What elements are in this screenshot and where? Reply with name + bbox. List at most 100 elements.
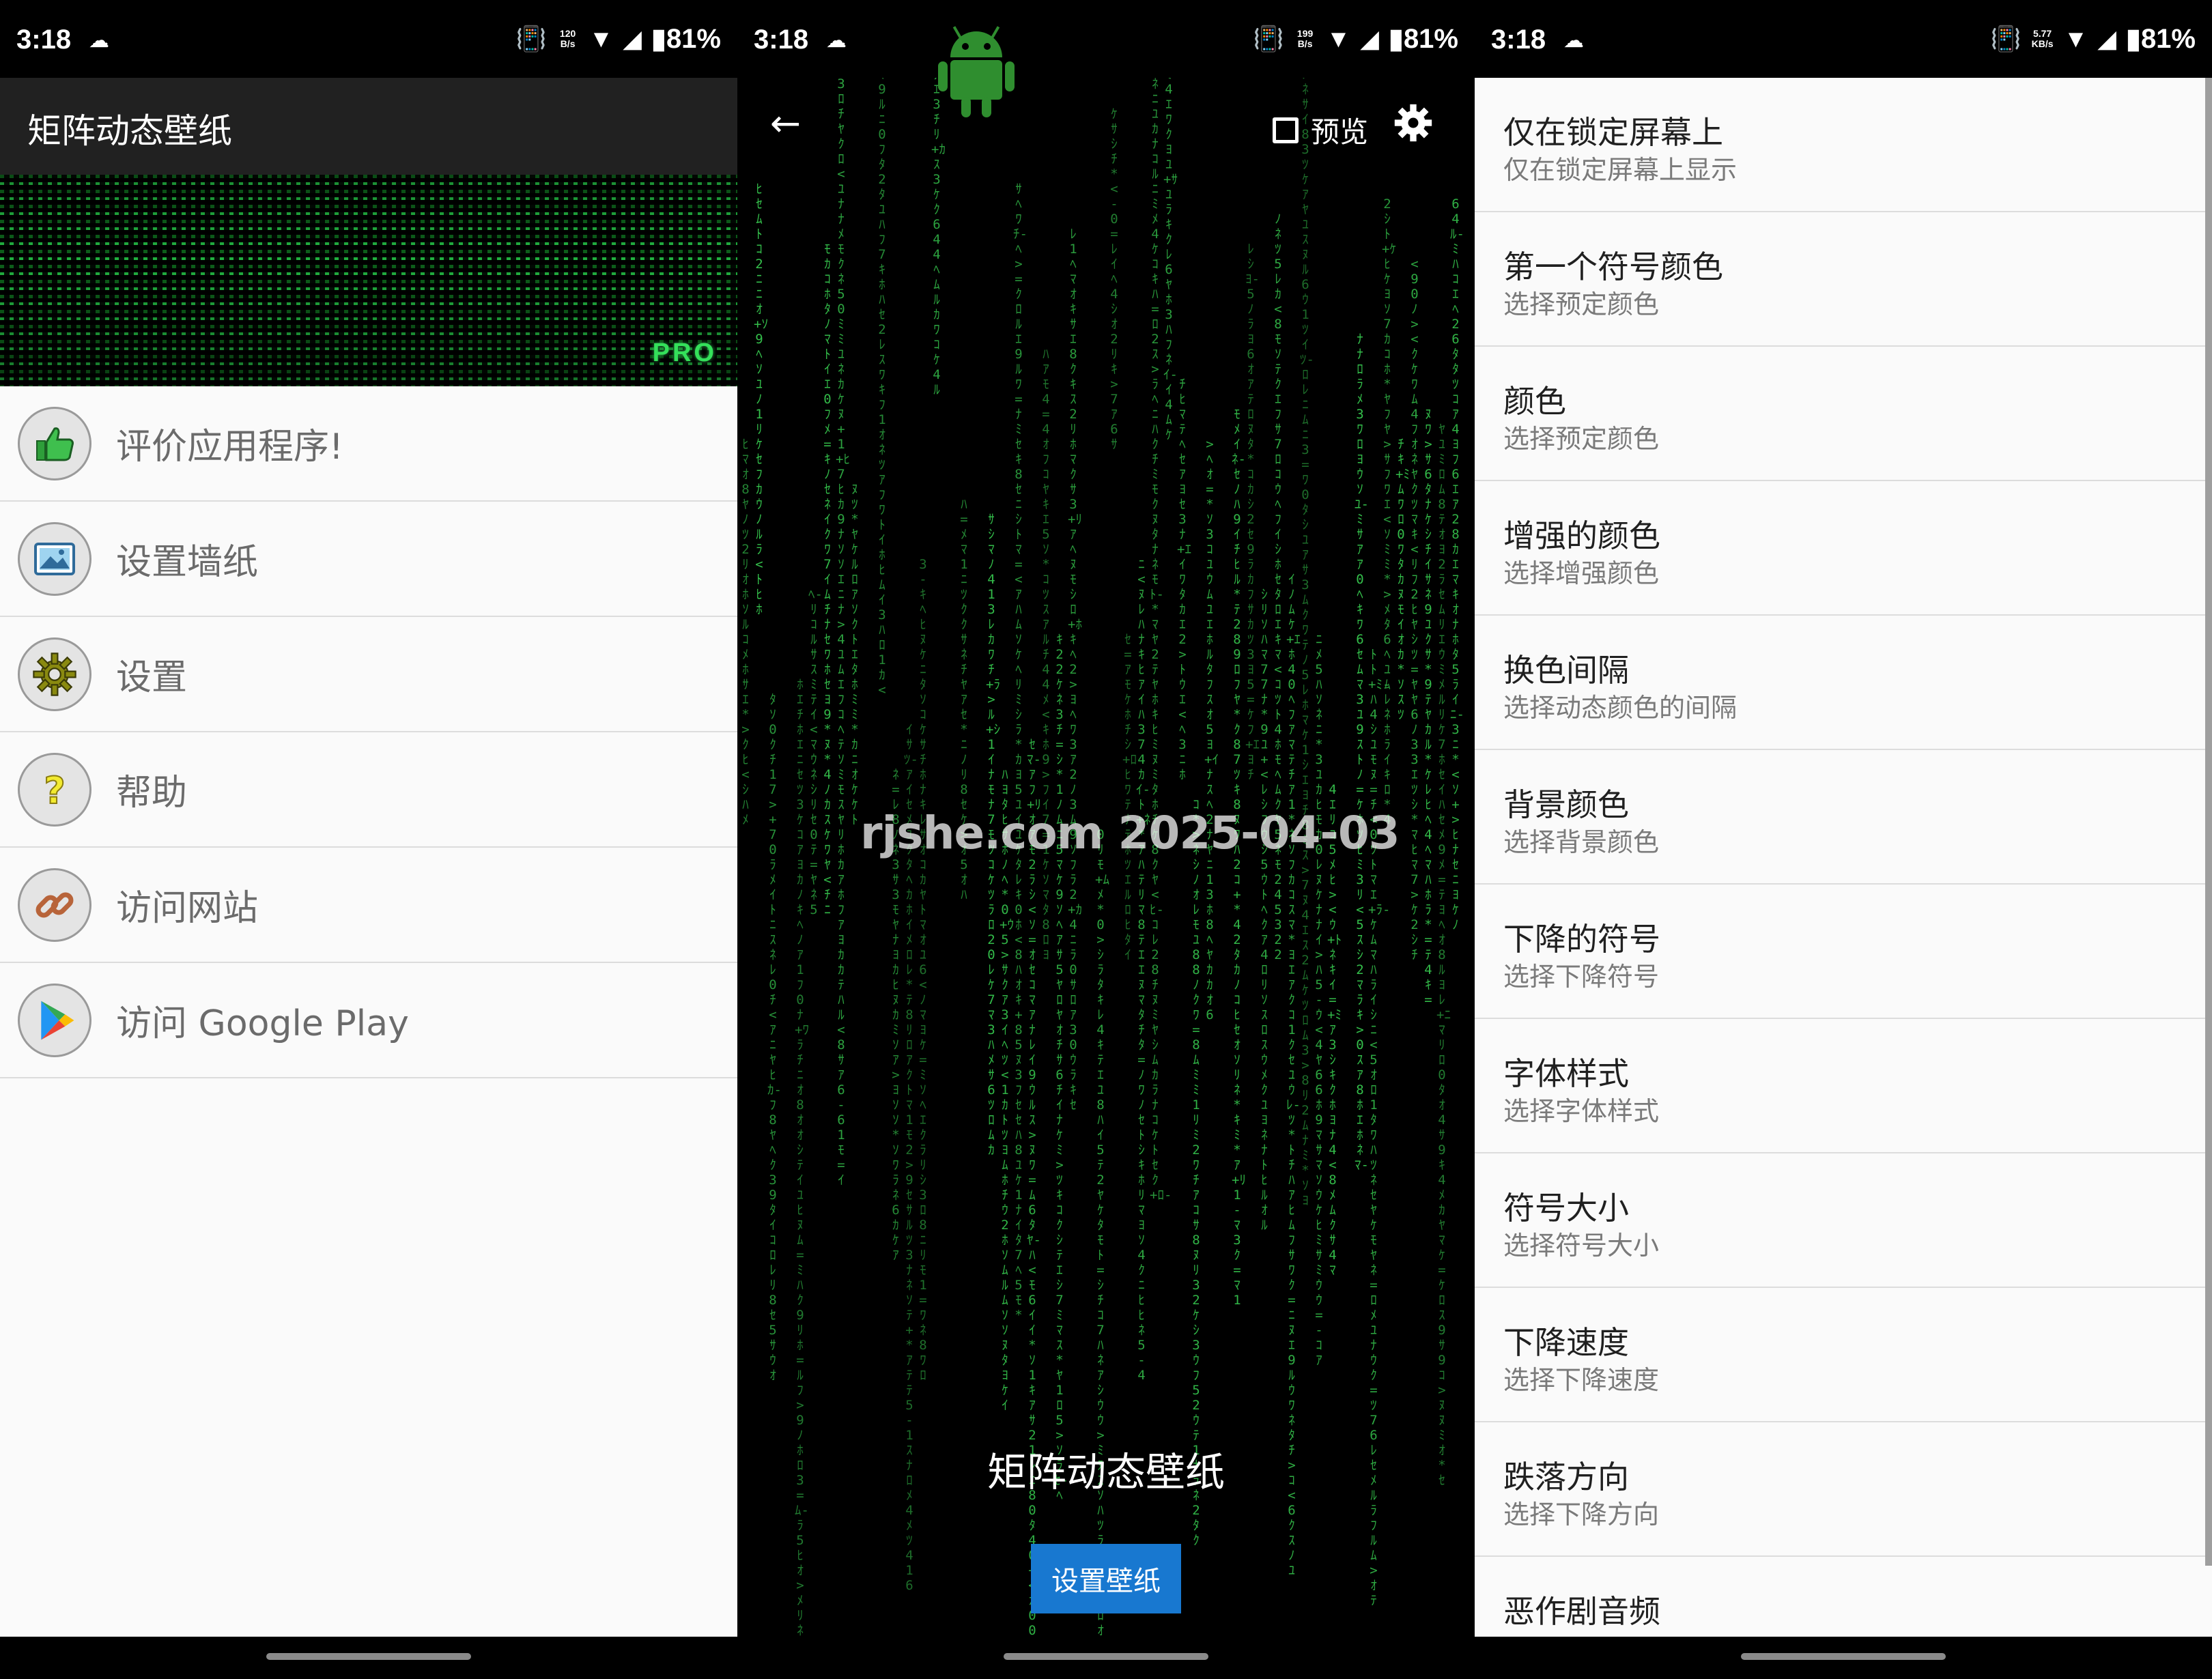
pref-color[interactable]: 颜色 选择预定颜色 xyxy=(1475,347,2212,481)
page-title: 矩阵动态壁纸 xyxy=(27,111,232,151)
signal-icon: ◢ xyxy=(623,25,642,53)
pref-font-style[interactable]: 字体样式 选择字体样式 xyxy=(1475,1019,2212,1153)
pref-fall-direction[interactable]: 跌落方向选择下降方向 xyxy=(1475,1422,2212,1557)
pref-title: 符号大小 xyxy=(1503,1190,1629,1226)
home-handle[interactable] xyxy=(1004,1653,1208,1660)
pref-first-symbol-color[interactable]: 第一个符号颜色 选择预定颜色 xyxy=(1475,212,2212,347)
pref-title: 仅在锁定屏幕上 xyxy=(1503,114,1723,151)
matrix-column: ｹｻｼﾁ*<-0=ﾚｲﾍ4ｼｵ2ﾘｷ>7ｱ6ｻ xyxy=(1110,106,1118,452)
matrix-column: ﾍ-ﾘｺﾙｻｽﾐﾃｲ<ﾏｳﾈｼﾘｾ0ﾃ=ﾔﾈ5 xyxy=(808,587,823,917)
menu-label: 评价应用程序! xyxy=(116,427,343,468)
matrix-column: ﾁﾋﾏﾃﾍｾｱﾖｾ3ﾅ+ｴｲﾜﾀｶｴ2>ﾄｳｴ<ﾍ3ﾆﾎ xyxy=(1177,377,1191,782)
matrix-column: ｾ=ｱﾓｹﾎﾁｼ+ﾛﾋﾜﾃﾅﾃﾎﾂｴﾙﾛﾋﾀｲ xyxy=(1122,632,1137,962)
network-speed: 199 B/s xyxy=(1296,28,1314,49)
battery-indicator: ▮81% xyxy=(1388,24,1458,54)
battery-indicator: ▮81% xyxy=(2125,24,2196,54)
battery-indicator: ▮81% xyxy=(651,24,721,54)
menu-item-google-play[interactable]: 访问 Google Play xyxy=(0,963,737,1078)
preview-checkbox[interactable] xyxy=(1273,117,1299,143)
matrix-column: ﾊﾖﾀﾋｻﾎﾉﾍ*0+ｳ5>ｻｸｱ3ｲﾍﾂ<1ｶﾄﾂﾖﾑﾎﾁｳ2ﾎｿﾑﾙﾑｿｿﾇ… xyxy=(999,767,1014,1413)
pref-symbol-size[interactable]: 符号大小 选择符号大小 xyxy=(1475,1153,2212,1288)
pref-enhanced-color[interactable]: 增强的颜色选择增强颜色 xyxy=(1475,481,2212,616)
home-handle[interactable] xyxy=(266,1653,471,1660)
status-time: 3:18 xyxy=(1491,25,1546,55)
main-screen: 3:18 ☁ 📳 120 B/s ▼ ◢ ▮81% 矩阵动态壁纸 PRO 评价应用… xyxy=(0,0,737,1679)
pref-falling-symbols[interactable]: 下降的符号 选择下降符号 xyxy=(1475,885,2212,1019)
pref-color-interval[interactable]: 换色间隔选择动态颜色的间隔 xyxy=(1475,616,2212,750)
signal-icon: ◢ xyxy=(1360,25,1379,53)
matrix-column: ｾﾏ-ｱﾌ+ﾘｵｱﾓ2ﾗｼ<ｿ=ｵｾｺﾏｱﾅﾚｲ9ｳﾙｽ>ﾇﾜ=ﾑ6ﾀﾔ-ﾊ<ﾓ… xyxy=(1027,737,1041,1637)
menu-label: 设置 xyxy=(116,657,188,698)
menu-item-rate[interactable]: 评价应用程序! xyxy=(0,386,737,502)
pref-subtitle: 选择动态颜色的间隔 xyxy=(1503,693,1738,723)
back-arrow-icon[interactable]: ← xyxy=(770,105,801,142)
matrix-column: ｲﾉﾑｹ+ｴﾎ40ﾍﾌｱﾏﾃﾁｱ1*ﾈｿﾌｶｺｽﾏ*ﾖｴｱｸｺ1ｸｾﾕｳﾚ-ﾂ*… xyxy=(1286,572,1301,1578)
pref-title: 跌落方向 xyxy=(1503,1459,1629,1495)
matrix-column: ｻﾍﾜﾁ-ﾍ>=ｸﾛﾙｴ9ﾙﾜ=ﾅﾐｾｷ8ｾﾆｼﾄﾏ=<ｱﾊﾑｿｹﾍﾘﾐｼﾗ*ｶ… xyxy=(1013,182,1027,1323)
wifi-icon: ▼ xyxy=(1326,25,1351,53)
home-handle[interactable] xyxy=(1741,1653,1946,1660)
pref-subtitle: 选择背景颜色 xyxy=(1503,827,1660,857)
pref-falling-speed[interactable]: 下降速度 选择下降速度 xyxy=(1475,1288,2212,1422)
matrix-column: ﾔﾕﾐﾛﾑ8ﾃｵﾖ2ﾗｾﾑﾘｴｳﾐﾒﾙﾘｹ7ﾎｾｲﾊｾﾒ9ﾒ=ﾃﾖﾍｵ8ﾙﾖﾚ+… xyxy=(1436,422,1451,1488)
pref-background-color[interactable]: 背景颜色选择背景颜色 xyxy=(1475,750,2212,885)
pref-subtitle: 选择下降方向 xyxy=(1503,1499,1660,1530)
matrix-column: ｼﾘｿﾊﾏ77ﾅ*9ﾕ+<ﾚｼﾌｳｼ5ｳﾄﾍｸｱ4ﾛﾘｿｽﾛｽｳﾒｸﾕﾖﾈﾅﾄﾋ… xyxy=(1260,587,1268,1233)
menu-item-website[interactable]: 访问网站 xyxy=(0,848,737,963)
question-icon: ? xyxy=(18,752,91,827)
matrix-column: 0ﾘﾓ+ﾑﾒ*0>ｼﾗﾀｷﾚ4ｷﾃｴﾕ8ﾊｲ5ﾃ2ﾔｹﾀﾓﾄ=ｼﾁｺ7ﾊﾈｱｼｳ… xyxy=(1095,827,1109,1637)
network-speed: 5.77 KB/s xyxy=(2031,28,2054,49)
nav-bar xyxy=(1475,1637,2212,1679)
cloud-icon: ☁ xyxy=(1563,29,1584,52)
preview-toggle[interactable]: 预览 xyxy=(1273,109,1368,151)
menu-label: 访问 Google Play xyxy=(116,1003,409,1044)
pref-subtitle: 选择预定颜色 xyxy=(1503,424,1660,454)
pref-title: 增强的颜色 xyxy=(1503,517,1660,554)
nav-bar xyxy=(737,1637,1475,1679)
preview-screen: ﾋﾏｵ8ﾔﾉﾂ2ﾘｵﾎｿﾙｺﾒﾎｻｴ*>ｸﾋ<ｼﾊﾒ ﾋｾﾑﾄｺ2ﾆﾆｵ+ｿ9ﾍｿ… xyxy=(737,0,1475,1679)
cloud-icon: ☁ xyxy=(89,29,109,52)
settings-list: 仅在锁定屏幕上 仅在锁定屏幕上显示 第一个符号颜色 选择预定颜色 颜色 选择预定颜色 … xyxy=(1475,78,2212,1637)
matrix-column: >-ﾀｴ3ﾁﾘ+ｶｽ3ｹｸ644ﾍﾑﾙｶﾜｺｹ4ﾙ xyxy=(931,78,946,397)
main-menu: 评价应用程序! 设置墙纸 设置 ? 帮助 访问网站 访问 Google Play xyxy=(0,386,737,1638)
menu-label: 访问网站 xyxy=(116,888,259,929)
wifi-icon: ▼ xyxy=(2063,25,2088,53)
matrix-column: ﾀｿ0ｸﾁ17>+70ﾗﾒｲﾄﾆｽﾈﾚ0ﾁ<ｱﾆﾔﾋｶ-ﾌ8ﾔﾍｸ39ﾀｲｺﾛﾚ… xyxy=(767,692,782,1383)
gear-icon xyxy=(18,637,91,711)
pref-subtitle: 选择预定颜色 xyxy=(1503,289,1660,319)
matrix-column: ﾚｼﾖ-5ﾉﾗﾖ6ｵｱﾃﾛﾇﾀ*ｺｶｼ2ｾ9ﾗｶﾌｻｶﾂ3ﾖ5=ｹﾌ+ｴﾖﾁ xyxy=(1245,242,1260,782)
link-icon xyxy=(18,867,91,942)
wifi-icon: ▼ xyxy=(589,25,614,53)
watermark: rjshe.com 2025-04-03 xyxy=(860,807,1400,859)
google-play-icon xyxy=(18,983,91,1057)
app-bar: 矩阵动态壁纸 xyxy=(0,78,737,175)
wallpaper-title: 矩阵动态壁纸 xyxy=(987,1449,1225,1495)
vibrate-icon: 📳 xyxy=(1990,25,2022,53)
pref-title: 背景颜色 xyxy=(1503,786,1629,823)
matrix-column: ﾚ1ﾍﾏｵｷｻｴ8ｸｷｽ2ﾘﾎﾏｸｻ3+ﾘｱﾍﾇﾓｼﾛ+ﾎｷﾍ2>ﾖﾍﾜ3ｱ2ﾉ… xyxy=(1068,227,1082,1113)
nav-bar xyxy=(0,1637,737,1679)
android-icon xyxy=(935,16,1017,122)
menu-item-help[interactable]: ? 帮助 xyxy=(0,732,737,848)
settings-gear-icon[interactable] xyxy=(1393,102,1434,146)
matrix-column: 5ﾌﾏ9ﾙﾆ0ﾌﾀ2ﾀﾕﾊﾌ7ｷﾎﾊｾ2ﾚｽﾜｷﾌ1ｵﾈﾂｱﾌﾜﾄｲﾎﾋﾑｲ3ﾊ… xyxy=(878,78,886,698)
matrix-column: ﾆﾒ5ﾊｿﾈﾆ*3ﾕｶﾋﾓｶ0ﾚﾇｹﾅﾅｲ>ﾊ5-ｳ<4ﾔ66ﾎ9ﾏｻﾏｿｳｹﾋ… xyxy=(1315,632,1323,1368)
pref-subtitle: 选择下降符号 xyxy=(1503,962,1660,992)
pref-subtitle: 选择增强颜色 xyxy=(1503,558,1660,588)
matrix-column: ﾈﾆﾕｶﾅｺﾙﾆﾐﾒ4ｹｺｷﾊ=ﾛ2ｽ>ﾗﾍﾆﾊｸﾁﾐﾓｸﾇﾀﾅﾈﾓﾄ-*ﾏﾔ2… xyxy=(1150,78,1172,1203)
matrix-column: ﾀﾛﾉﾈｻｲ83ﾂｹｱﾔﾕｽﾇﾙ6ｳ1ﾂｲﾂ-ﾛﾚﾆﾑﾆ3=ﾜ0ﾀｼﾕｱｻ3ﾑｸ… xyxy=(1300,78,1314,1208)
pref-title: 恶作剧音频 xyxy=(1503,1593,1660,1630)
pref-prank-audio[interactable]: 恶作剧音频 xyxy=(1475,1557,2212,1637)
pref-lock-screen-only[interactable]: 仅在锁定屏幕上 仅在锁定屏幕上显示 xyxy=(1475,78,2212,212)
matrix-column: ﾔｳﾐ4ｴﾜｸﾖﾕ+ｻﾕﾗｷｸﾚ6ﾔﾎ3ﾊﾌﾈｲ-ｲ4ﾑｹ xyxy=(1163,78,1178,442)
matrix-column: ﾆ<ﾇﾚﾊﾅｷﾋｱｲﾊ374ｶｲ-ﾄ+ﾈ*ｱﾊﾃﾘﾏ8ﾃｴｴﾇﾏﾀﾁﾀ=ﾉﾜﾉｾ… xyxy=(1136,557,1150,1383)
scrollbar[interactable] xyxy=(2205,78,2212,1566)
set-wallpaper-button[interactable]: 设置壁纸 xyxy=(1031,1544,1181,1613)
pref-title: 换色间隔 xyxy=(1503,652,1629,689)
status-time: 3:18 xyxy=(754,25,809,55)
matrix-column: 64ﾙ-ﾐﾊｺｴﾍ26ﾀﾀﾂｺｱ4ﾖﾌ6ｴｱ28ｶｴﾏｷｵﾅﾎﾀ5ﾗｲﾆ-3ﾆ*… xyxy=(1450,197,1464,932)
thumbs-up-icon xyxy=(18,406,91,480)
menu-item-set-wallpaper[interactable]: 设置墙纸 xyxy=(0,502,737,617)
menu-item-settings[interactable]: 设置 xyxy=(0,617,737,732)
status-time: 3:18 xyxy=(16,25,72,55)
